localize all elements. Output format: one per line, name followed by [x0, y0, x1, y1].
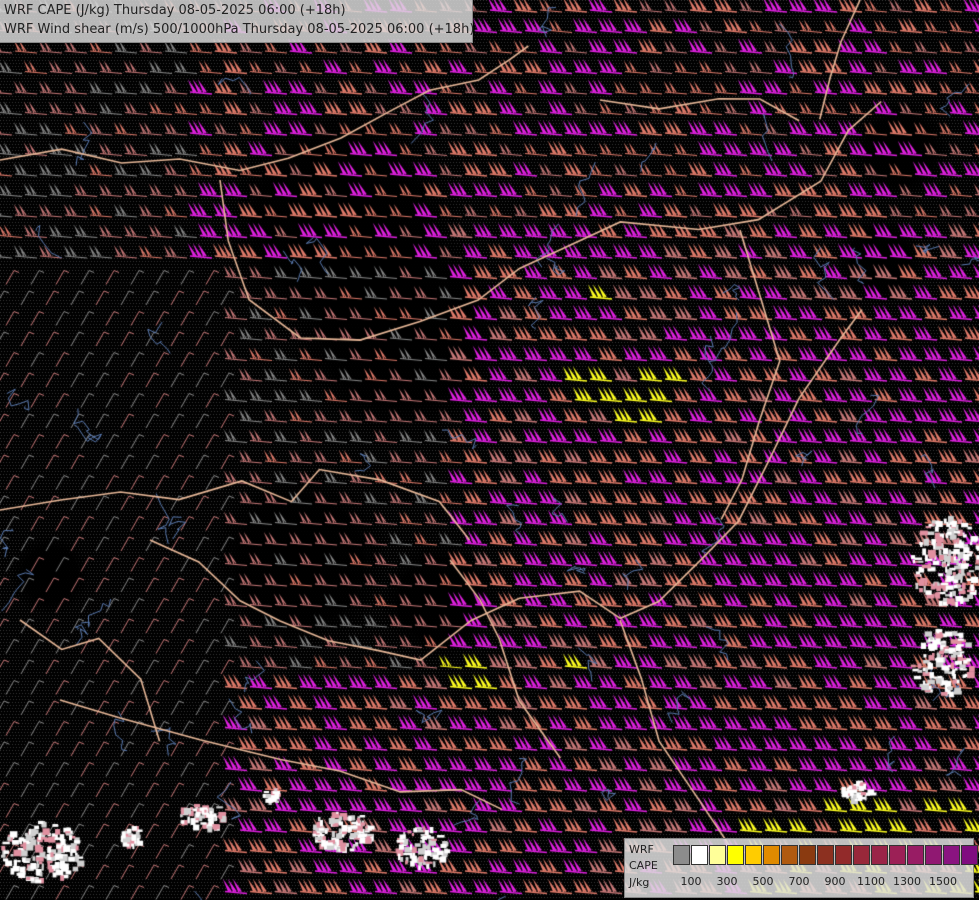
legend-color-scale	[673, 845, 979, 867]
legend-ticks: 100 300 500 700 900 1100 1300 1500	[673, 875, 969, 891]
legend-swatch	[835, 845, 852, 865]
legend-tick-label: 700	[788, 875, 810, 888]
legend-swatch	[763, 845, 780, 865]
legend-field-label: CAPE	[629, 859, 658, 872]
legend-swatch	[907, 845, 924, 865]
wind-shear-title: WRF Wind shear (m/s) 500/1000hPa Thursda…	[4, 22, 475, 37]
legend-tick-label: 1500	[929, 875, 957, 888]
legend-tick-label: 100	[680, 875, 702, 888]
legend-tick-label: 500	[752, 875, 774, 888]
cape-title: WRF CAPE (J/kg) Thursday 08-05-2025 06:0…	[4, 3, 346, 18]
legend-swatch	[691, 845, 708, 865]
legend-swatch	[853, 845, 870, 865]
legend-unit-label: J/kg	[629, 876, 650, 889]
legend-swatch	[889, 845, 906, 865]
legend-swatch	[925, 845, 942, 865]
legend-model-label: WRF	[629, 843, 654, 856]
legend-swatch	[781, 845, 798, 865]
legend-tick-label: 1100	[857, 875, 885, 888]
legend-swatch	[871, 845, 888, 865]
weather-map	[0, 0, 979, 900]
legend-tick-label: 900	[824, 875, 846, 888]
legend-tick-label: 300	[716, 875, 738, 888]
legend-swatch	[817, 845, 834, 865]
legend-swatch	[961, 845, 978, 865]
legend-swatch	[673, 845, 690, 865]
legend-swatch	[799, 845, 816, 865]
legend-swatch	[727, 845, 744, 865]
cape-legend: WRF CAPE J/kg 100 300 500 700 900 1100 1300 150…	[624, 838, 978, 898]
legend-tick-label: 1300	[893, 875, 921, 888]
legend-swatch	[745, 845, 762, 865]
legend-swatch	[709, 845, 726, 865]
legend-swatch	[943, 845, 960, 865]
map-title-box: WRF CAPE (J/kg) Thursday 08-05-2025 06:0…	[0, 0, 475, 43]
